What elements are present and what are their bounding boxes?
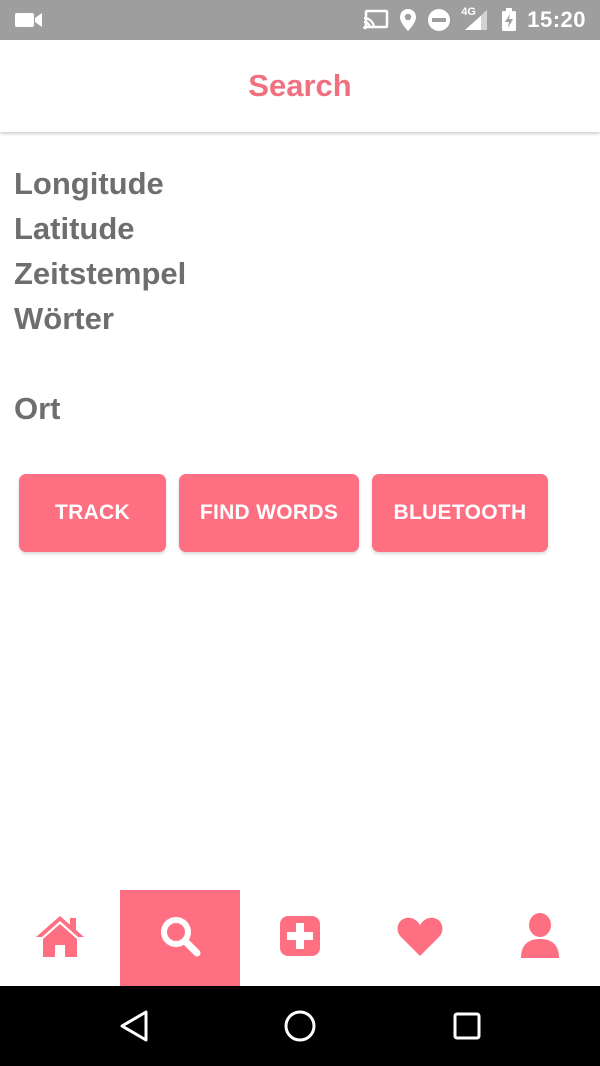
do-not-disturb-icon (427, 8, 451, 32)
page-title: Search (248, 68, 352, 103)
network-type-label: 4G (461, 6, 476, 18)
user-icon (519, 912, 561, 965)
cast-icon (363, 9, 389, 31)
nav-profile[interactable] (480, 890, 600, 986)
info-list: Longitude Latitude Zeitstempel Wörter Or… (14, 164, 186, 434)
home-icon (34, 913, 86, 964)
battery-charging-icon (501, 8, 517, 32)
location-pin-icon (399, 8, 417, 32)
action-buttons: TRACK FIND WORDS BLUETOOTH (19, 474, 548, 552)
find-words-button[interactable]: FIND WORDS (179, 474, 359, 552)
list-spacer (14, 344, 186, 389)
track-button[interactable]: TRACK (19, 474, 166, 552)
heart-icon (396, 915, 444, 962)
status-time: 15:20 (527, 7, 586, 32)
bottom-navigation (0, 890, 600, 986)
place-label: Ort (14, 391, 61, 426)
nav-home[interactable] (0, 890, 120, 986)
signal-icon: 4G (461, 6, 491, 32)
app-bar: Search (0, 40, 600, 132)
system-navigation-bar (0, 986, 600, 1066)
nav-add[interactable] (240, 890, 360, 986)
longitude-label: Longitude (14, 166, 164, 201)
search-icon (158, 914, 202, 963)
words-label: Wörter (14, 301, 114, 336)
nav-favorites[interactable] (360, 890, 480, 986)
bluetooth-button[interactable]: BLUETOOTH (372, 474, 548, 552)
nav-search[interactable] (120, 890, 240, 986)
status-icons: 4G 15:20 (363, 0, 586, 40)
status-bar: 4G 15:20 (0, 0, 600, 40)
back-icon[interactable] (114, 1006, 154, 1046)
recents-icon[interactable] (447, 1006, 487, 1046)
latitude-label: Latitude (14, 211, 135, 246)
timestamp-label: Zeitstempel (14, 256, 187, 291)
main-content: Longitude Latitude Zeitstempel Wörter Or… (0, 134, 600, 888)
home-circle-icon[interactable] (280, 1006, 320, 1046)
video-camera-icon (14, 10, 44, 30)
add-icon (279, 915, 321, 962)
